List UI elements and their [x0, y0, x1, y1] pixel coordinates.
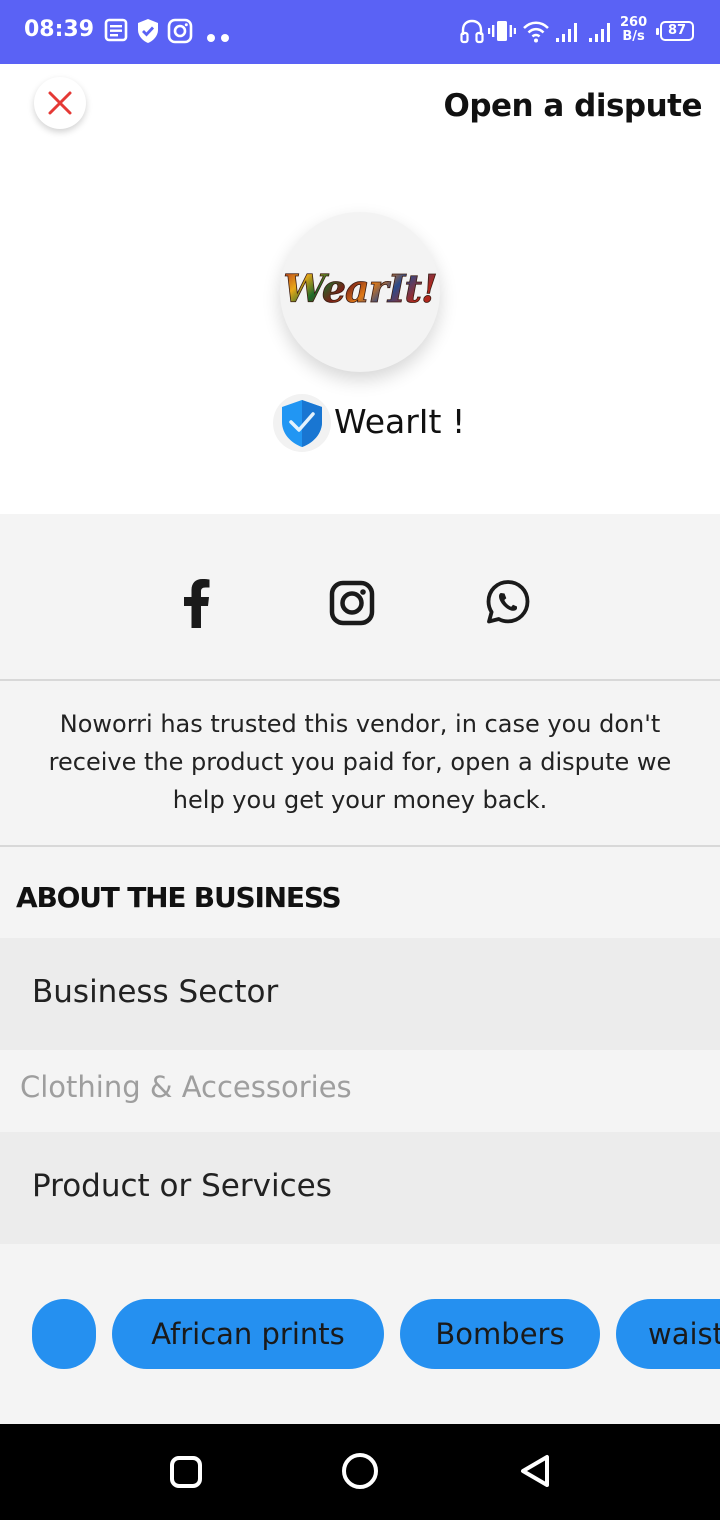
- svg-text:WearIt!: WearIt!: [283, 266, 436, 311]
- divider: [0, 679, 720, 681]
- vendor-logo-mark: WearIt!: [283, 266, 438, 312]
- close-button[interactable]: [34, 77, 86, 129]
- dots-icon: [206, 28, 232, 47]
- facebook-icon[interactable]: [181, 578, 211, 632]
- signal-icon: [587, 20, 613, 48]
- network-speed-unit: B/s: [622, 29, 645, 44]
- battery-level: 87: [667, 23, 687, 38]
- vendor-name: WearIt !: [334, 402, 466, 441]
- business-sector-row: Business Sector: [0, 938, 720, 1050]
- verified-shield-icon: [282, 400, 322, 447]
- system-nav-bar: [0, 1424, 720, 1520]
- product-chip[interactable]: [32, 1299, 96, 1369]
- trust-message: Noworri has trusted this vendor, in case…: [48, 710, 672, 814]
- status-time: 08:39: [24, 17, 95, 42]
- shield-icon: [136, 18, 160, 48]
- signal-icon: [554, 20, 580, 48]
- business-sector-value: Clothing & Accessories: [20, 1070, 352, 1104]
- products-label: Product or Services: [32, 1168, 332, 1204]
- battery-icon: 87: [656, 21, 694, 41]
- instagram-icon[interactable]: [329, 580, 375, 630]
- network-speed-value: 260: [620, 15, 648, 30]
- home-icon[interactable]: [340, 1451, 380, 1495]
- product-chip[interactable]: African prints: [112, 1299, 384, 1369]
- status-bar: 08:39 260 B/s 87: [0, 0, 720, 64]
- recents-icon[interactable]: [168, 1454, 204, 1494]
- about-title: ABOUT THE BUSINESS: [16, 881, 342, 914]
- vibrate-icon: [488, 18, 516, 48]
- divider: [0, 845, 720, 847]
- product-chip-label: Bombers: [435, 1317, 565, 1351]
- headphones-icon: [460, 18, 484, 48]
- product-chip-label: waist: [648, 1317, 720, 1351]
- wifi-icon: [522, 20, 550, 48]
- product-chip[interactable]: waist: [616, 1299, 720, 1369]
- verified-badge: [273, 394, 331, 452]
- product-chip[interactable]: Bombers: [400, 1299, 600, 1369]
- close-icon: [48, 91, 72, 115]
- network-speed: 260 B/s: [620, 16, 647, 44]
- products-row: Product or Services: [0, 1132, 720, 1244]
- product-chip-label: African prints: [151, 1317, 345, 1351]
- vendor-logo: WearIt!: [280, 212, 440, 372]
- back-icon[interactable]: [516, 1452, 554, 1494]
- business-sector-label: Business Sector: [32, 974, 279, 1010]
- news-icon: [104, 18, 130, 48]
- social-links: [0, 514, 720, 680]
- whatsapp-icon[interactable]: [485, 579, 531, 629]
- open-dispute-button[interactable]: Open a dispute: [443, 88, 702, 124]
- instagram-icon: [167, 18, 193, 48]
- vendor-logo-text: WearIt!: [280, 264, 440, 329]
